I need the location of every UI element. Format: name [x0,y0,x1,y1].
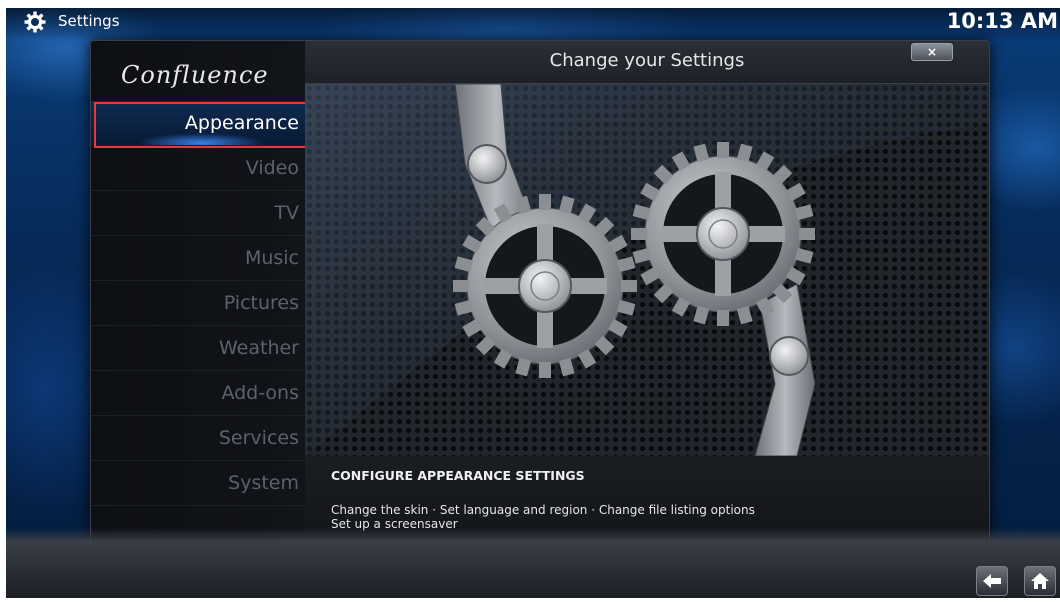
bottom-bar [6,528,1060,598]
back-arrow-icon [983,574,1001,588]
info-description: Change the skin · Set language and regio… [331,503,755,517]
menu-item-system[interactable]: System [91,461,305,506]
menu-item-video[interactable]: Video [91,146,305,191]
content-title: Change your Settings [549,50,745,71]
menu-item-pictures[interactable]: Pictures [91,281,305,326]
top-bar: Settings 10:13 AM [6,8,1060,38]
settings-menu: Appearance Video TV Music Pictures Weath… [91,101,305,506]
settings-panel: Confluence Appearance Video TV Music Pic… [90,40,990,557]
back-button[interactable] [976,566,1008,596]
menu-item-music[interactable]: Music [91,236,305,281]
gear-icon [24,11,46,33]
info-heading: CONFIGURE APPEARANCE SETTINGS [331,468,585,483]
home-button[interactable] [1024,566,1056,596]
menu-item-tv[interactable]: TV [91,191,305,236]
confluence-logo: Confluence [121,61,269,89]
gears-artwork [305,84,989,456]
focus-highlight [94,102,308,148]
content-header: Change your Settings × [305,41,989,84]
clock: 10:13 AM [946,9,1058,33]
menu-item-add-ons[interactable]: Add-ons [91,371,305,416]
settings-sidebar: Confluence Appearance Video TV Music Pic… [91,41,308,556]
page-title: Settings [58,12,120,30]
home-icon [1031,573,1049,589]
menu-item-services[interactable]: Services [91,416,305,461]
close-button[interactable]: × [911,43,953,61]
menu-item-weather[interactable]: Weather [91,326,305,371]
settings-content: Change your Settings × CONFIGURE APPEARA… [305,41,989,556]
kodi-screen: Settings 10:13 AM Confluence Appearance … [6,8,1060,598]
